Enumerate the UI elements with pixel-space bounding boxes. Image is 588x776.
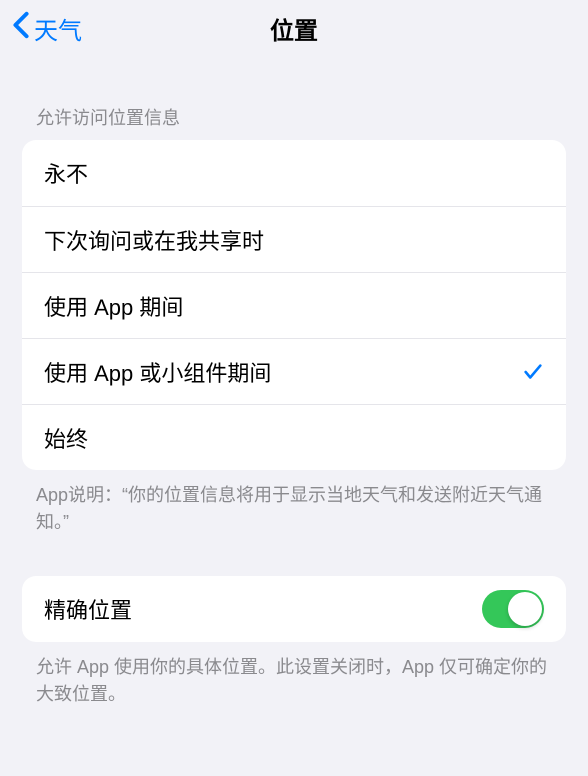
nav-bar: 天气 位置 bbox=[0, 0, 588, 56]
option-ask-next-time[interactable]: 下次询问或在我共享时 bbox=[22, 206, 566, 272]
option-label: 使用 App 期间 bbox=[44, 290, 183, 322]
precise-group: 精确位置 bbox=[22, 576, 566, 642]
option-always[interactable]: 始终 bbox=[22, 404, 566, 470]
back-label: 天气 bbox=[34, 11, 82, 46]
switch-track bbox=[482, 590, 544, 628]
back-button[interactable]: 天气 bbox=[0, 11, 82, 46]
option-label: 下次询问或在我共享时 bbox=[44, 224, 264, 256]
precise-location-row[interactable]: 精确位置 bbox=[22, 576, 566, 642]
precise-location-toggle[interactable] bbox=[482, 590, 544, 628]
chevron-left-icon bbox=[12, 11, 34, 46]
option-never[interactable]: 永不 bbox=[22, 140, 566, 206]
access-group: 永不 下次询问或在我共享时 使用 App 期间 使用 App 或小组件期间 始终 bbox=[22, 140, 566, 470]
option-label: 永不 bbox=[44, 157, 88, 189]
checkmark-icon bbox=[522, 361, 544, 383]
option-label: 始终 bbox=[44, 422, 88, 454]
switch-knob bbox=[508, 592, 542, 626]
section-footer-access: App说明：“你的位置信息将用于显示当地天气和发送附近天气通知。” bbox=[0, 470, 588, 536]
option-while-using[interactable]: 使用 App 期间 bbox=[22, 272, 566, 338]
page-title: 位置 bbox=[270, 11, 318, 46]
precise-label: 精确位置 bbox=[44, 593, 132, 625]
option-label: 使用 App 或小组件期间 bbox=[44, 356, 271, 388]
option-while-using-or-widgets[interactable]: 使用 App 或小组件期间 bbox=[22, 338, 566, 404]
section-header-access: 允许访问位置信息 bbox=[0, 56, 588, 140]
section-footer-precise: 允许 App 使用你的具体位置。此设置关闭时，App 仅可确定你的大致位置。 bbox=[0, 642, 588, 708]
